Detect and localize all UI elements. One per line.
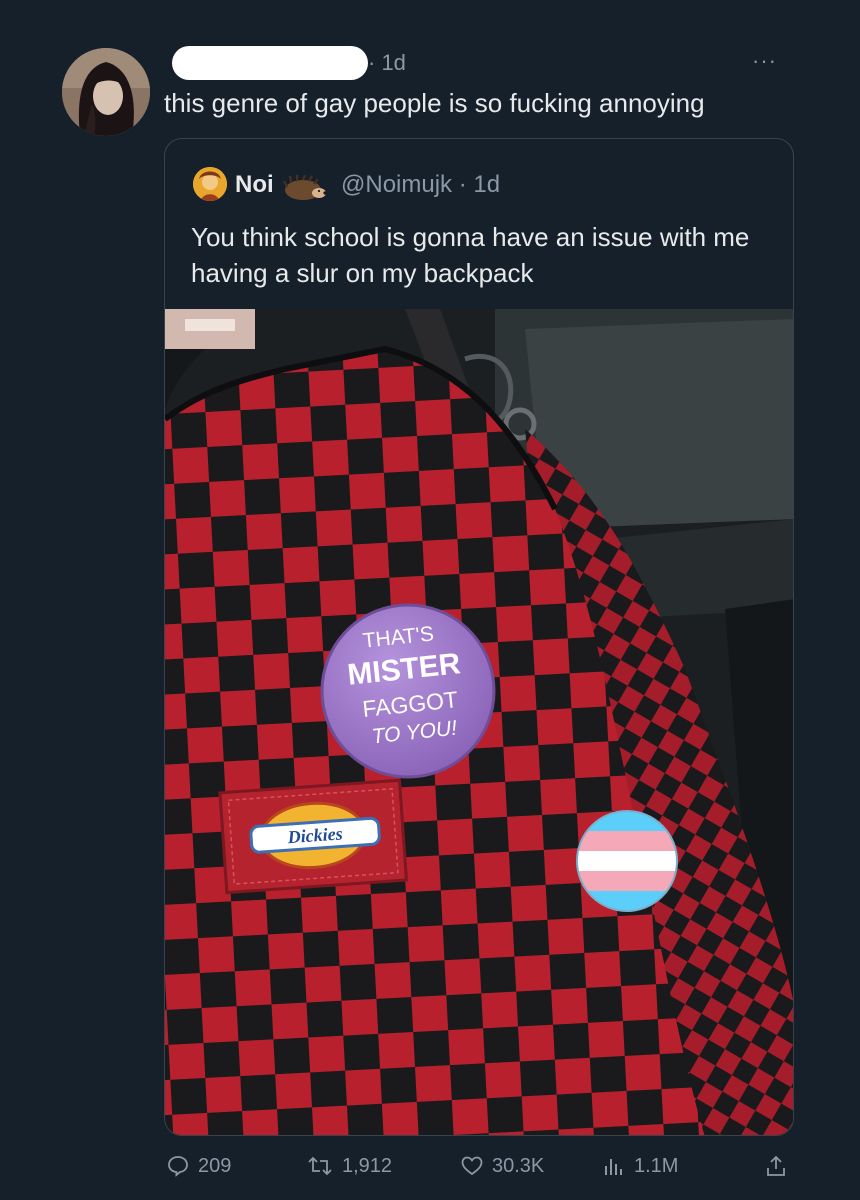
like-icon — [461, 1156, 483, 1176]
tweet-text: this genre of gay people is so fucking a… — [164, 88, 705, 118]
retweet-icon — [308, 1156, 332, 1176]
author-avatar[interactable] — [62, 48, 150, 136]
reply-count: 209 — [198, 1155, 232, 1177]
quoted-tweet-card[interactable]: Noi @Noimujk · 1d You think school is go… — [164, 138, 794, 1136]
dickies-label-text: Dickies — [286, 823, 343, 847]
retweet-button[interactable]: 1,912 — [306, 1154, 392, 1178]
more-options-button[interactable]: ··· — [752, 50, 777, 72]
reply-button[interactable]: 209 — [166, 1154, 231, 1178]
quoted-tweet-text: You think school is gonna have an issue … — [191, 222, 750, 288]
views-button[interactable]: 1.1M — [602, 1154, 678, 1178]
tweet-timestamp[interactable]: · 1d — [368, 50, 406, 76]
like-button[interactable]: 30.3K — [460, 1154, 544, 1178]
share-icon — [767, 1155, 785, 1176]
hedgehog-emoji-icon — [283, 175, 327, 200]
tweet-actions-bar: 209 1,912 30.3K 1.1M — [0, 1150, 860, 1190]
view-count: 1.1M — [634, 1155, 679, 1177]
tweet-photo[interactable]: THAT'S MISTER FAGGOT TO YOU! Dickies — [165, 309, 794, 1136]
redacted-username — [172, 46, 368, 80]
share-button[interactable] — [764, 1154, 788, 1178]
like-count: 30.3K — [492, 1155, 545, 1177]
retweet-count: 1,912 — [342, 1155, 393, 1177]
quoted-handle[interactable]: @Noimujk · 1d — [341, 171, 500, 199]
quoted-display-name[interactable]: Noi — [235, 171, 274, 199]
views-icon — [605, 1159, 622, 1175]
reply-icon — [168, 1156, 188, 1177]
quoted-author-avatar[interactable] — [193, 167, 227, 201]
